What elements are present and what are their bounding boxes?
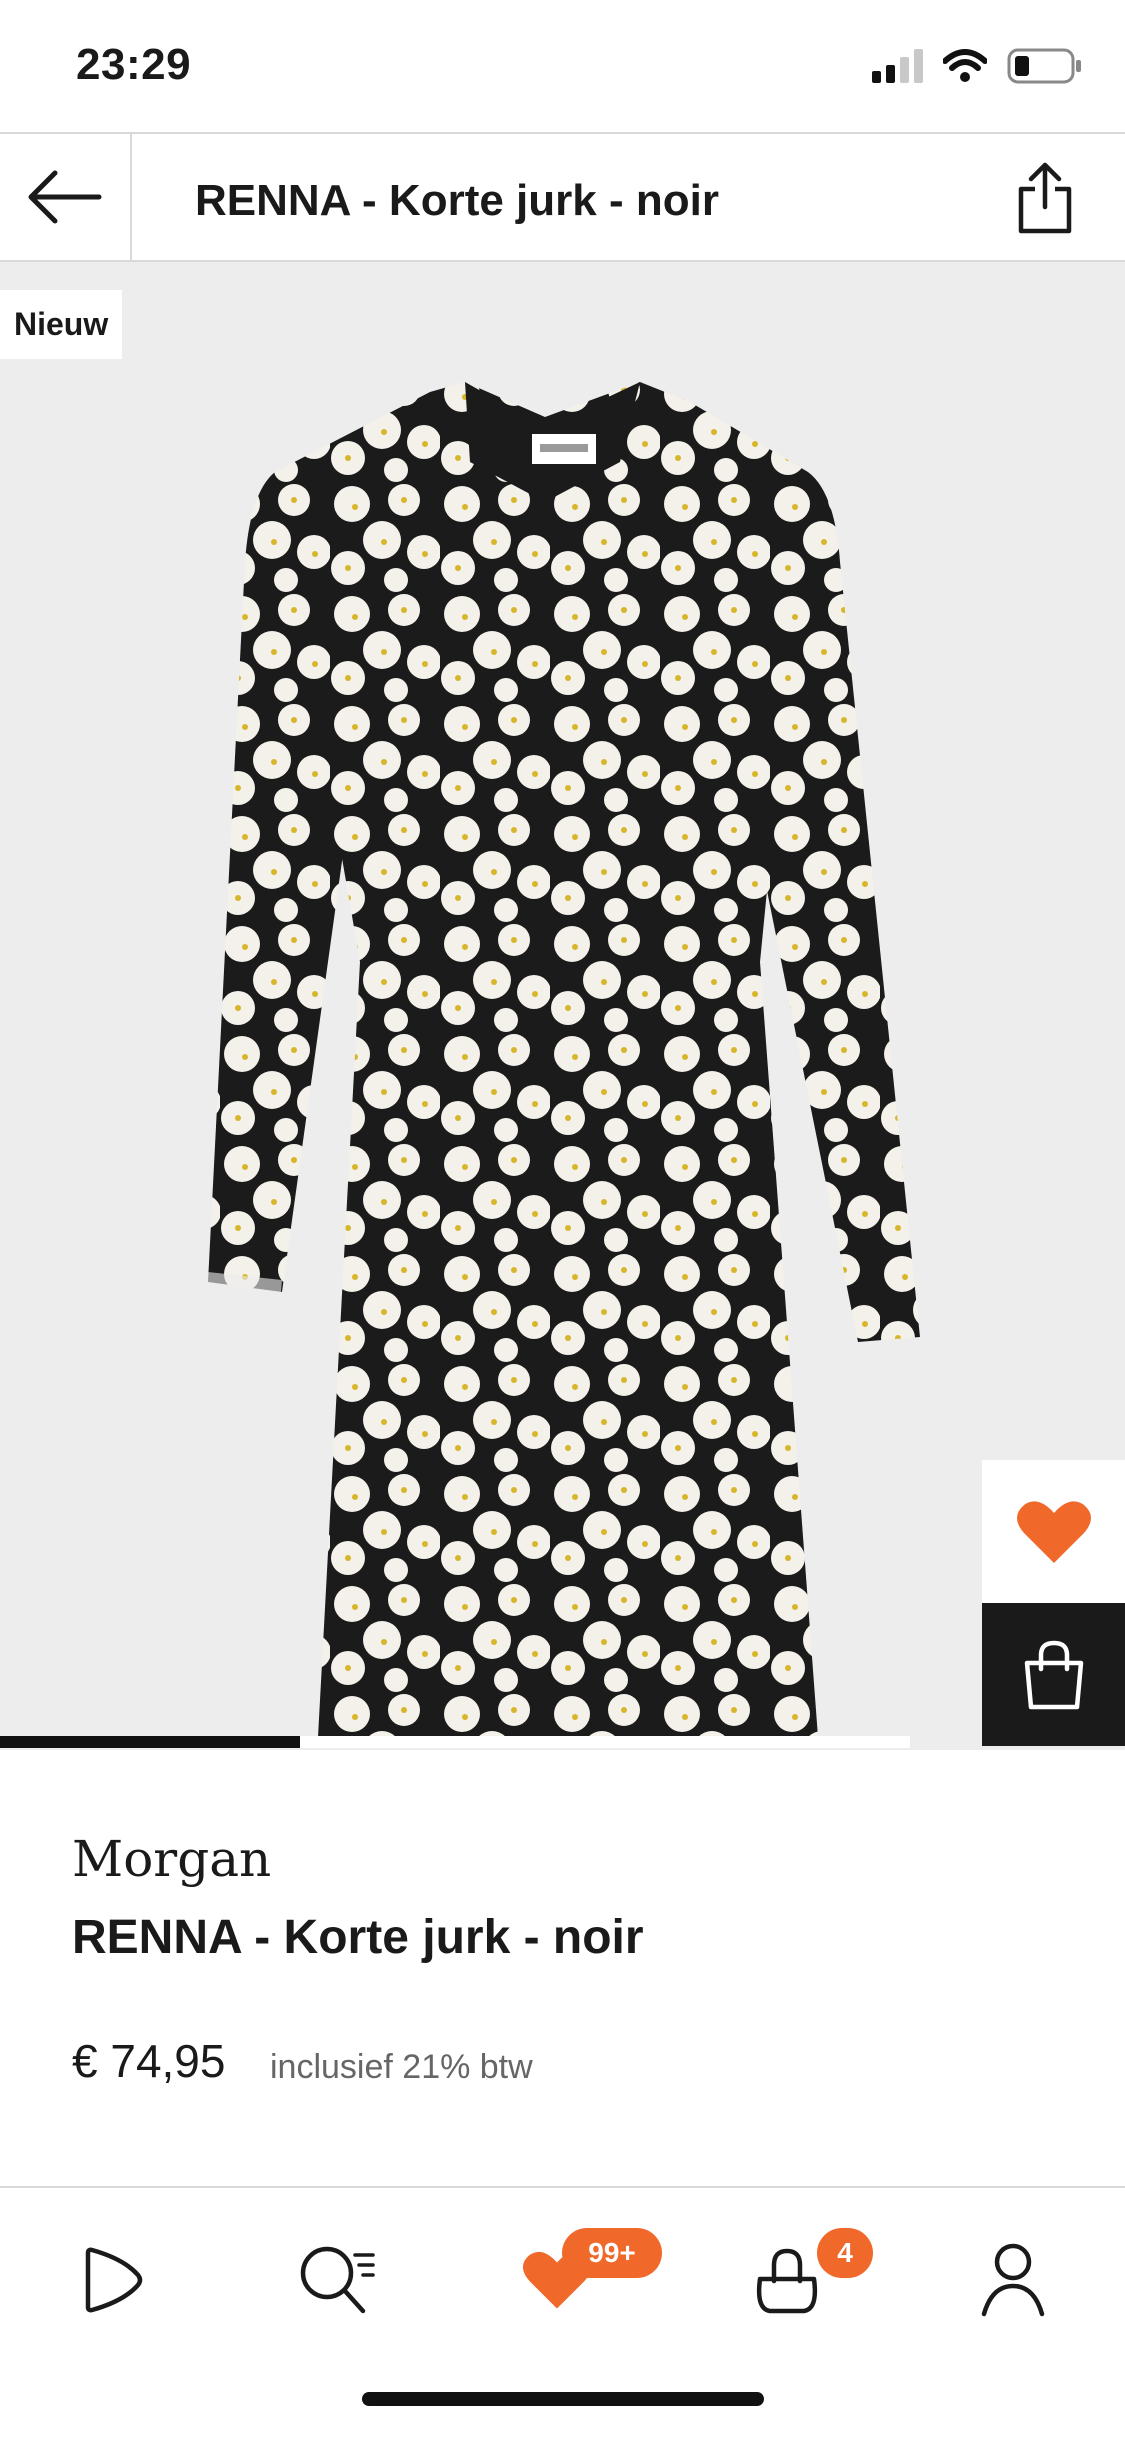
account-icon — [981, 2243, 1045, 2317]
cart-count-badge: 4 — [817, 2228, 873, 2278]
page-header: RENNA - Korte jurk - noir — [0, 132, 1125, 262]
nav-home[interactable] — [56, 2230, 166, 2330]
back-button[interactable] — [0, 134, 132, 260]
carousel-progress-bar — [0, 1736, 910, 1748]
new-badge: Nieuw — [0, 290, 123, 359]
add-to-wishlist-button[interactable] — [982, 1460, 1125, 1603]
carousel-progress-fill — [0, 1736, 301, 1748]
brand-name[interactable]: Morgan — [72, 1830, 271, 1888]
share-icon — [1018, 162, 1072, 234]
search-icon — [300, 2246, 375, 2314]
battery-icon — [1007, 48, 1081, 84]
share-button[interactable] — [1005, 158, 1085, 238]
back-arrow-icon — [28, 170, 102, 224]
product-image-carousel[interactable]: Nieuw — [0, 262, 1125, 1750]
wishlist-count-badge: 99+ — [562, 2228, 662, 2278]
product-name: RENNA - Korte jurk - noir — [72, 1911, 644, 1964]
status-time: 23:29 — [76, 40, 192, 89]
wifi-icon — [943, 49, 987, 82]
nav-account[interactable] — [958, 2230, 1068, 2330]
home-icon — [85, 2247, 143, 2313]
signal-icon — [872, 49, 923, 83]
status-icons — [872, 48, 1083, 84]
price: € 74,95 — [72, 2035, 226, 2087]
page-title: RENNA - Korte jurk - noir — [195, 176, 719, 225]
add-to-bag-button[interactable] — [982, 1603, 1125, 1746]
status-bar: 23:29 — [0, 0, 1125, 132]
dress-image — [205, 382, 920, 1737]
home-indicator — [362, 2392, 764, 2406]
shopping-bag-icon — [1024, 1640, 1083, 1709]
nav-search[interactable] — [282, 2230, 392, 2330]
vat-note: inclusief 21% btw — [270, 2048, 533, 2086]
heart-icon — [1016, 1500, 1091, 1563]
cart-icon — [756, 2248, 818, 2314]
